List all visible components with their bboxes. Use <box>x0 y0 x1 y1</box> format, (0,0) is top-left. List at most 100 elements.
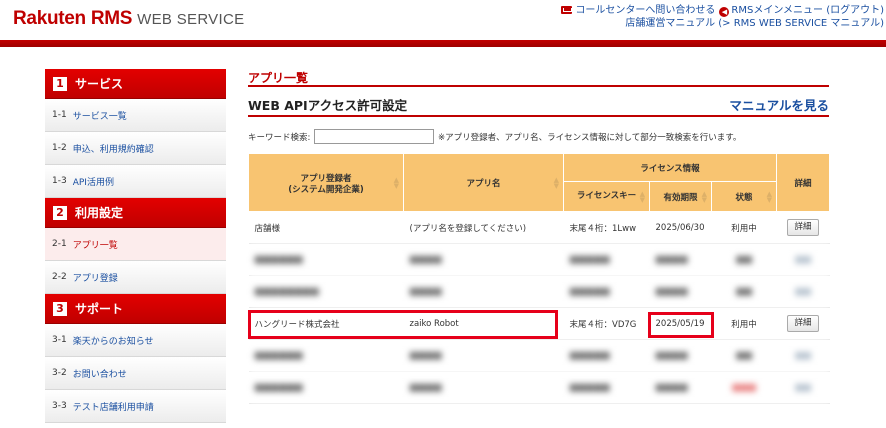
cell-registrant: ■■■■■■ <box>248 371 404 404</box>
sort-icon: ▲ ▼ <box>639 189 645 204</box>
header-expiry[interactable]: 有効期限 ▲ ▼ <box>649 181 712 212</box>
cell-detail: ■■ <box>776 339 830 372</box>
cell-license-key: ■■■■■ <box>563 339 650 372</box>
callcenter-link[interactable]: コールセンターへ問い合わせる <box>575 5 715 16</box>
sidebar-item-contact[interactable]: 3-2 お問い合わせ <box>45 357 226 390</box>
cell-detail: 詳細 <box>776 307 830 340</box>
title-row: WEB APIアクセス許可設定 マニュアルを見る <box>248 93 829 117</box>
header-license-group: ライセンス情報 <box>562 153 778 182</box>
cell-license-key: ■■■■■ <box>563 243 650 276</box>
header-expiry-label: 有効期限 <box>663 192 698 203</box>
detail-button[interactable]: 詳細 <box>787 219 820 236</box>
sort-icon: ▲ ▼ <box>553 175 559 190</box>
cell-status: 利用中 <box>711 307 777 340</box>
keyword-search-input[interactable] <box>314 129 434 144</box>
sort-icon: ▲ ▼ <box>393 175 399 190</box>
cell-app-name: ■■■■ <box>403 339 564 372</box>
item-label: 楽天からのお知らせ <box>72 336 154 347</box>
cell-status: 利用中 <box>711 211 777 244</box>
item-label: 申込、利用規約確認 <box>72 144 154 155</box>
cell-detail: ■■ <box>776 243 830 276</box>
sidebar-item-app-list[interactable]: 2-1 アプリ一覧 <box>45 228 226 261</box>
cell-status: ■■ <box>711 275 777 308</box>
item-number: 2-2 <box>52 272 67 282</box>
sort-icon: ▲ ▼ <box>701 189 707 204</box>
section-number: 3 <box>53 301 67 316</box>
item-number: 1-2 <box>52 143 67 153</box>
store-manual-link[interactable]: 店舗運営マニュアル (> RMS WEB SERVICE マニュアル) <box>625 18 884 29</box>
sidebar-item-app-register[interactable]: 2-2 アプリ登録 <box>45 261 226 294</box>
item-label: サービス一覧 <box>72 111 127 122</box>
cell-registrant: ■■■■■■■■ <box>248 275 404 308</box>
sidebar-item-test-store[interactable]: 3-3 テスト店舗利用申請 <box>45 390 226 423</box>
section-title: サポート <box>75 302 124 316</box>
cell-license-key: 末尾４桁：VD7G <box>563 307 650 340</box>
cell-detail: ■■ <box>776 275 830 308</box>
mail-icon <box>561 6 573 14</box>
sort-icon: ▲ ▼ <box>766 189 773 204</box>
header-registrant-label: アプリ登録者 (システム開発企業) <box>288 173 364 195</box>
item-number: 3-3 <box>52 401 67 411</box>
item-number: 3-1 <box>52 335 67 345</box>
highlight-box-expiry <box>648 312 714 338</box>
search-note: ※アプリ登録者、アプリ名、ライセンス情報に対して部分一致検索を行います。 <box>438 133 742 143</box>
header-status-label: 状態 <box>735 192 753 203</box>
header-links: コールセンターへ問い合わせる ◀ RMSメインメニュー (ログアウト) 店舗運営マニ… <box>561 4 884 30</box>
cell-status: ■■ <box>711 243 777 276</box>
cell-expiry: ■■■■ <box>649 243 712 276</box>
cell-app-name: ■■■■ <box>403 243 564 276</box>
cell-expiry: 2025/06/30 <box>649 211 712 244</box>
sidebar-item-apply-terms[interactable]: 1-2 申込、利用規約確認 <box>45 132 226 165</box>
item-number: 2-1 <box>52 239 67 249</box>
cell-license-key: ■■■■■ <box>563 371 650 404</box>
section-number: 2 <box>53 205 67 220</box>
detail-button[interactable]: 詳細 <box>787 315 820 332</box>
cell-detail: ■■ <box>776 371 830 404</box>
cell-app-name: (アプリ名を登録してください) <box>403 211 564 244</box>
item-label: アプリ一覧 <box>72 240 118 251</box>
section-title: サービス <box>75 77 124 91</box>
header-license-key[interactable]: ライセンスキー ▲ ▼ <box>563 181 650 212</box>
cell-expiry: ■■■■ <box>649 371 712 404</box>
sidebar-item-service-list[interactable]: 1-1 サービス一覧 <box>45 99 226 132</box>
cell-license-key: ■■■■■ <box>563 275 650 308</box>
item-number: 1-1 <box>52 110 67 120</box>
header-status[interactable]: 状態 ▲ ▼ <box>710 181 778 212</box>
item-number: 3-2 <box>52 368 67 378</box>
search-row: キーワード検索: ※アプリ登録者、アプリ名、ライセンス情報に対して部分一致検索を… <box>248 129 829 145</box>
sidebar-section-support: 3 サポート <box>45 294 226 324</box>
logo-sub-text: WEB SERVICE <box>137 11 245 28</box>
header-license-key-label: ライセンスキー <box>576 191 637 201</box>
view-manual-link[interactable]: マニュアルを見る <box>729 95 829 114</box>
cell-app-name: ■■■■ <box>403 371 564 404</box>
page-title: WEB APIアクセス許可設定 <box>248 98 408 113</box>
app-list-table: アプリ登録者 (システム開発企業) ▲ ▼ アプリ名 ▲ ▼ ライセンス情報 詳細 ライ… <box>248 153 831 404</box>
cell-registrant: ■■■■■■ <box>248 243 404 276</box>
cell-license-key: 末尾４桁：1Lww <box>563 211 650 244</box>
cell-registrant: ■■■■■■ <box>248 339 404 372</box>
rms-main-menu-link[interactable]: RMSメインメニュー (ログアウト) <box>731 5 884 16</box>
sidebar-item-api-examples[interactable]: 1-3 API活用例 <box>45 165 226 198</box>
cell-expiry: ■■■■ <box>649 339 712 372</box>
item-label: アプリ登録 <box>72 273 118 284</box>
header-red-bar <box>0 40 886 47</box>
header-registrant[interactable]: アプリ登録者 (システム開発企業) ▲ ▼ <box>248 153 404 212</box>
sidebar-item-rakuten-news[interactable]: 3-1 楽天からのお知らせ <box>45 324 226 357</box>
table-row: ■■■■■■ ■■■■ ■■■■■ ■■■■ ■■ ■■ <box>248 243 830 276</box>
rakuten-rms-logo[interactable]: Rakuten RMS WEB SERVICE <box>13 8 244 30</box>
sidebar-section-settings: 2 利用設定 <box>45 198 226 228</box>
item-label: テスト店舗利用申請 <box>72 402 154 413</box>
logo-main-text: Rakuten RMS <box>13 8 133 29</box>
header-app-name[interactable]: アプリ名 ▲ ▼ <box>403 153 564 212</box>
section-title: 利用設定 <box>75 206 124 220</box>
search-label: キーワード検索: <box>248 133 311 143</box>
cell-status: ■■ <box>711 339 777 372</box>
cell-detail: 詳細 <box>776 211 830 244</box>
item-number: 1-3 <box>52 176 67 186</box>
cell-status: ■■■ <box>711 371 777 404</box>
cell-app-name: ■■■■ <box>403 275 564 308</box>
back-arrow-icon: ◀ <box>719 7 730 17</box>
table-row: ■■■■■■ ■■■■ ■■■■■ ■■■■ ■■ ■■ <box>248 339 830 372</box>
table-row: 店舗様 (アプリ名を登録してください) 末尾４桁：1Lww 2025/06/30… <box>248 211 830 244</box>
sidebar-section-service: 1 サービス <box>45 69 226 99</box>
